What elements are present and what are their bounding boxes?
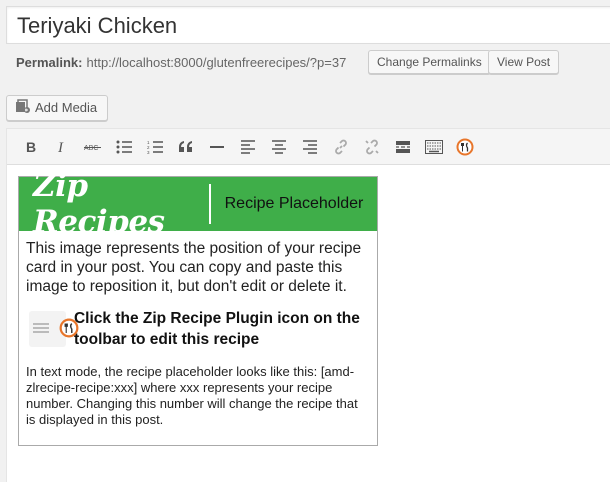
add-media-button[interactable]: Add Media	[6, 95, 109, 121]
svg-text:B: B	[26, 140, 36, 154]
media-icon	[16, 99, 30, 113]
bold-icon[interactable]: B	[15, 132, 46, 162]
unlink-icon[interactable]	[356, 132, 387, 162]
link-icon[interactable]	[325, 132, 356, 162]
permalink-label: Permalink:	[16, 54, 83, 70]
horizontal-line-icon[interactable]	[201, 132, 232, 162]
instruction-text: Click the Zip Recipe Plugin icon on the …	[73, 310, 360, 348]
placeholder-description: This image represents the position of yo…	[26, 240, 362, 295]
zip-recipes-icon[interactable]	[449, 132, 480, 162]
svg-text:3: 3	[147, 150, 150, 154]
change-permalinks-button[interactable]: Change Permalinks	[368, 50, 491, 74]
permalink-url[interactable]: http://localhost:8000/glutenfreerecipes/…	[86, 55, 346, 70]
align-right-icon[interactable]	[294, 132, 325, 162]
recipe-placeholder-card[interactable]: Zip Recipes Recipe Placeholder This imag…	[18, 168, 378, 446]
recipe-placeholder-label: Recipe Placeholder	[224, 195, 364, 212]
zip-recipes-icon	[59, 318, 79, 338]
strikethrough-icon[interactable]: ABC	[77, 132, 108, 162]
toolbar-toggle-icon[interactable]	[418, 132, 449, 162]
editor-toolbar: B I ABC 123	[7, 129, 610, 165]
zip-recipes-logo: Zip Recipes	[33, 168, 165, 240]
svg-text:ABC: ABC	[84, 145, 98, 152]
card-header: Zip Recipes Recipe Placeholder	[19, 168, 377, 240]
toolbar-toggle-icon	[33, 323, 49, 335]
bullet-list-icon[interactable]	[108, 132, 139, 162]
svg-text:I: I	[57, 140, 64, 154]
blockquote-icon[interactable]	[170, 132, 201, 162]
italic-icon[interactable]: I	[46, 132, 77, 162]
permalink-row: Permalink: http://localhost:8000/glutenf…	[16, 50, 346, 74]
align-left-icon[interactable]	[232, 132, 263, 162]
add-media-label: Add Media	[35, 100, 98, 115]
numbered-list-icon[interactable]: 123	[139, 132, 170, 162]
read-more-icon[interactable]	[387, 132, 418, 162]
post-title-input[interactable]: Teriyaki Chicken	[6, 6, 610, 44]
align-center-icon[interactable]	[263, 132, 294, 162]
post-editor[interactable]: B I ABC 123 Zip Recipes Recipe Placehold…	[6, 128, 610, 482]
view-post-button[interactable]: View Post	[488, 50, 560, 74]
instruction-row: Click the Zip Recipe Plugin icon on the …	[19, 308, 377, 350]
toolbar-preview	[29, 311, 79, 347]
text-mode-note: In text mode, the recipe placeholder loo…	[26, 364, 358, 427]
